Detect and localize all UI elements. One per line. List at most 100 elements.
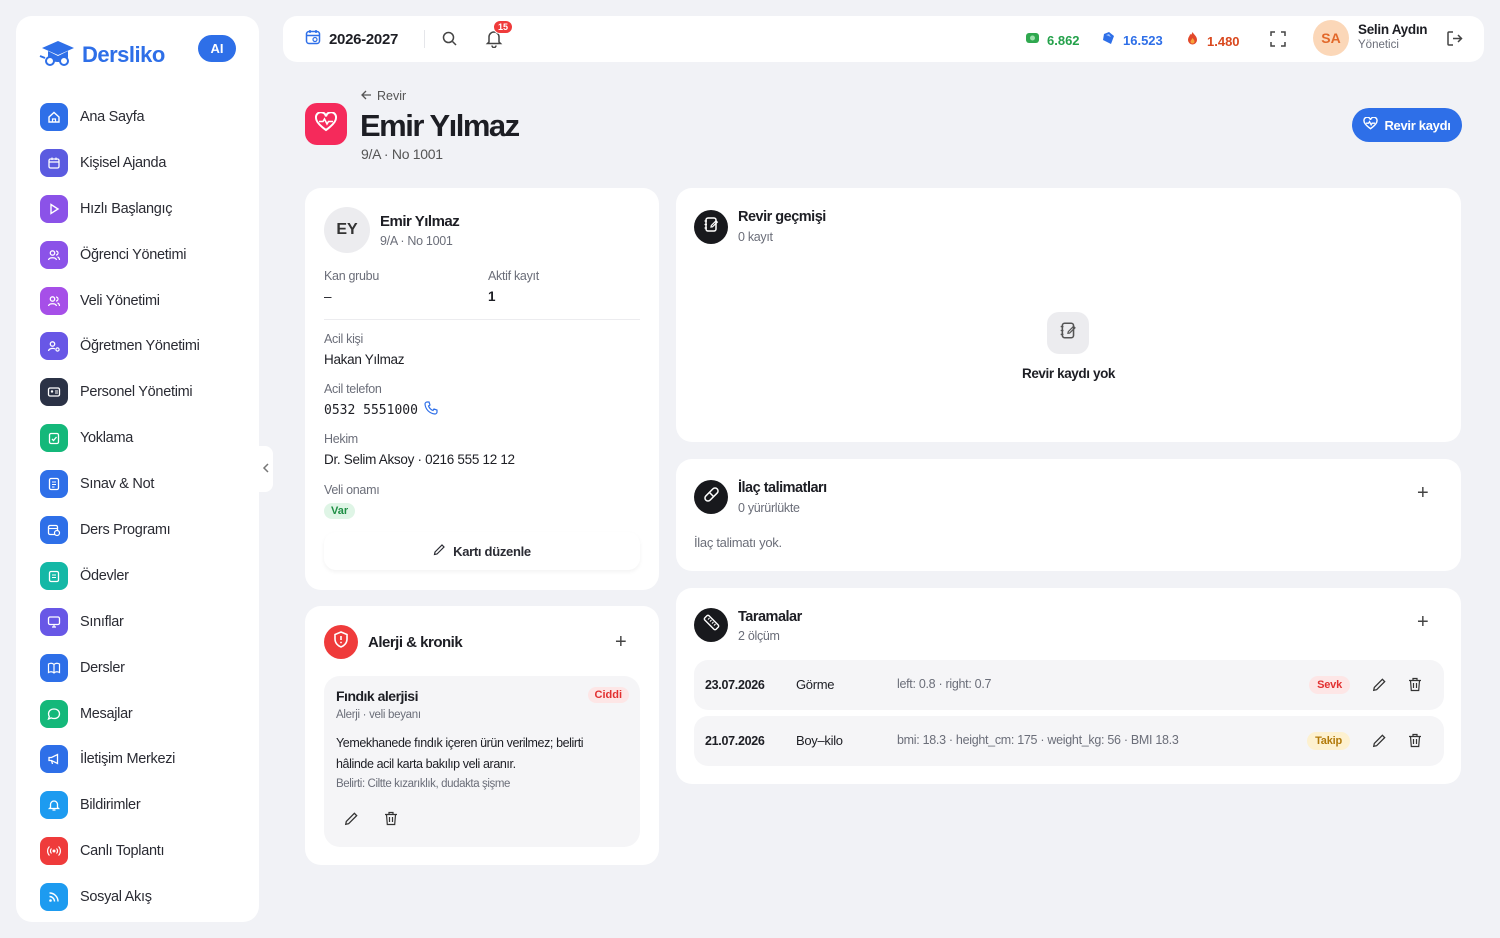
sidebar-item-14[interactable]: İletişim Merkezi — [40, 736, 240, 782]
edit-card-label: Kartı düzenle — [453, 543, 531, 559]
sidebar-item-label: Kişisel Ajanda — [80, 154, 167, 171]
sidebar-collapse-button[interactable] — [259, 446, 273, 492]
allergy-card: Alerji & kronik + Fındık alerjisi Ciddi … — [305, 606, 659, 865]
edit-card-button[interactable]: Kartı düzenle — [324, 532, 640, 570]
sidebar-item-label: Personel Yönetimi — [80, 384, 193, 401]
edit-screening-button[interactable] — [1372, 677, 1387, 695]
edit-screening-button[interactable] — [1372, 733, 1387, 751]
exam-icon — [40, 470, 68, 499]
monitor-icon — [40, 607, 68, 636]
screening-detail: bmi: 18.3 · height_cm: 175 · weight_kg: … — [897, 733, 1179, 747]
edit-allergy-button[interactable] — [344, 811, 359, 831]
sidebar-item-4[interactable]: Veli Yönetimi — [40, 278, 240, 324]
stat-red-value: 1.480 — [1207, 33, 1240, 49]
allergy-item-description: Yemekhanede fındık içeren ürün verilmez;… — [336, 736, 584, 771]
active-record-value: 1 — [488, 289, 496, 304]
screening-date: 23.07.2026 — [705, 678, 765, 692]
divider — [324, 319, 640, 320]
fire-icon — [1185, 31, 1200, 51]
sidebar-item-8[interactable]: Sınav & Not — [40, 461, 240, 507]
page-title: Emir Yılmaz — [360, 108, 520, 143]
sidebar-item-label: Yoklama — [80, 430, 133, 447]
emergency-phone-label: Acil telefon — [324, 382, 382, 396]
sidebar-item-3[interactable]: Öğrenci Yönetimi — [40, 232, 240, 278]
back-link[interactable]: Revir — [361, 89, 406, 103]
sidebar-item-1[interactable]: Kişisel Ajanda — [40, 140, 240, 186]
clipboard-check-icon — [40, 424, 68, 453]
academic-year-selector[interactable]: 2026-2027 — [305, 29, 398, 50]
add-infirmary-record-label: Revir kaydı — [1384, 117, 1451, 133]
sidebar-item-17[interactable]: Sosyal Akış — [40, 874, 240, 920]
fullscreen-button[interactable] — [1269, 30, 1287, 53]
sidebar-item-label: Sınav & Not — [80, 476, 155, 493]
bell-icon — [485, 31, 503, 52]
allergy-section-title: Alerji & kronik — [368, 634, 463, 651]
delete-allergy-button[interactable] — [384, 811, 398, 831]
history-section-icon — [694, 210, 728, 244]
sidebar-item-12[interactable]: Dersler — [40, 645, 240, 691]
stat-blue: 16.523 — [1101, 31, 1163, 50]
graduation-cap-icon — [38, 36, 78, 73]
sidebar-item-label: Sosyal Akış — [80, 889, 152, 906]
phone-icon — [424, 401, 438, 420]
sidebar-item-9[interactable]: Ders Programı — [40, 507, 240, 553]
medication-section-title: İlaç talimatları — [738, 480, 827, 496]
user-info[interactable]: Selin Aydın Yönetici — [1358, 22, 1428, 51]
page-icon — [305, 103, 347, 145]
chevron-left-icon — [262, 460, 270, 478]
stat-green-value: 6.862 — [1047, 33, 1080, 48]
delete-screening-button[interactable] — [1408, 733, 1422, 751]
screening-status-badge: Takip — [1307, 732, 1350, 750]
delete-screening-button[interactable] — [1408, 677, 1422, 695]
sidebar: Dersliko AI Ana Sayfa Kişisel Ajanda Hızlı… — [16, 16, 259, 922]
topbar: 2026-2027 15 6.862 16.523 1.480 SA Selin… — [283, 16, 1484, 62]
stat-green: 6.862 — [1025, 31, 1080, 50]
doctor-value: Dr. Selim Aksoy · 0216 555 12 12 — [324, 452, 515, 467]
calendar-clock-icon — [40, 515, 68, 544]
screening-row[interactable]: 21.07.2026 Boy–kilo bmi: 18.3 · height_cm:… — [694, 716, 1444, 766]
ai-badge[interactable]: AI — [198, 35, 236, 62]
doctor-label: Hekim — [324, 432, 358, 446]
sidebar-item-label: İletişim Merkezi — [80, 751, 176, 768]
users-icon — [40, 286, 68, 315]
megaphone-icon — [40, 745, 68, 774]
pencil-icon — [344, 812, 359, 830]
sidebar-item-label: Canlı Toplantı — [80, 843, 165, 860]
add-infirmary-record-button[interactable]: Revir kaydı — [1352, 108, 1462, 142]
sidebar-item-5[interactable]: Öğretmen Yönetimi — [40, 323, 240, 369]
screenings-section-title: Taramalar — [738, 609, 802, 625]
notifications-button[interactable]: 15 — [485, 20, 514, 53]
screenings-section-count: 2 ölçüm — [738, 629, 780, 643]
arrow-left-icon — [361, 89, 372, 103]
sidebar-item-15[interactable]: Bildirimler — [40, 782, 240, 828]
brand-logo[interactable]: Dersliko — [38, 36, 165, 73]
add-allergy-button[interactable]: + — [615, 632, 627, 652]
logout-button[interactable] — [1445, 29, 1464, 53]
sidebar-item-6[interactable]: Personel Yönetimi — [40, 369, 240, 415]
sidebar-item-11[interactable]: Sınıflar — [40, 599, 240, 645]
sidebar-item-16[interactable]: Canlı Toplantı — [40, 828, 240, 874]
sidebar-item-7[interactable]: Yoklama — [40, 415, 240, 461]
sidebar-item-10[interactable]: Ödevler — [40, 553, 240, 599]
medication-empty-text: İlaç talimatı yok. — [694, 535, 782, 550]
sidebar-item-2[interactable]: Hızlı Başlangıç — [40, 186, 240, 232]
sidebar-item-13[interactable]: Mesajlar — [40, 691, 240, 737]
student-class: 9/A · No 1001 — [380, 234, 453, 248]
sidebar-item-label: Sınıflar — [80, 613, 124, 630]
screening-date: 21.07.2026 — [705, 734, 765, 748]
emergency-phone[interactable]: 0532 5551000 — [324, 401, 438, 420]
sidebar-nav: Ana Sayfa Kişisel Ajanda Hızlı Başlangıç Öğ… — [40, 94, 240, 920]
academic-year: 2026-2027 — [329, 31, 399, 48]
screening-row[interactable]: 23.07.2026 Görme left: 0.8 · right: 0.7 Sev… — [694, 660, 1444, 710]
add-screening-button[interactable]: + — [1417, 612, 1429, 632]
empty-state-icon — [1047, 312, 1089, 354]
add-medication-button[interactable]: + — [1417, 483, 1429, 503]
back-link-label: Revir — [377, 89, 407, 103]
search-button[interactable] — [441, 30, 458, 52]
avatar[interactable]: SA — [1313, 20, 1349, 56]
history-section-title: Revir geçmişi — [738, 209, 826, 225]
shield-alert-icon — [333, 631, 349, 653]
bell-icon — [40, 791, 68, 820]
sidebar-item-0[interactable]: Ana Sayfa — [40, 94, 240, 140]
notebook-pen-icon — [1059, 321, 1078, 345]
